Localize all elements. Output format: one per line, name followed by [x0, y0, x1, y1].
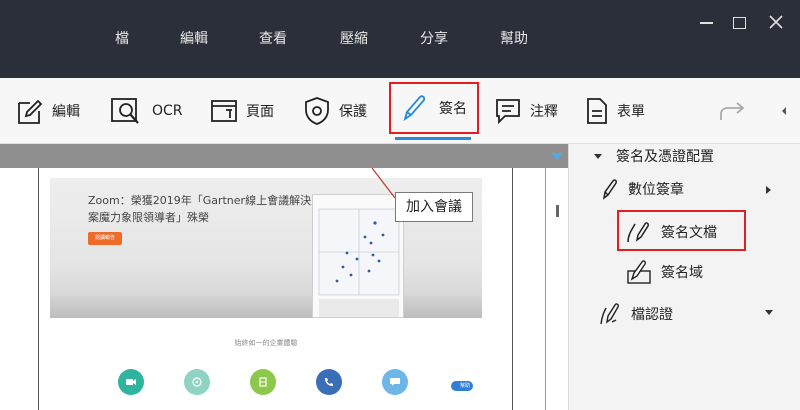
toolbar-scroll-left-button[interactable]: [780, 78, 788, 144]
signature-field-label: 簽名域: [661, 265, 703, 281]
signature-field-item[interactable]: 簽名域: [626, 259, 703, 285]
shield-icon: [305, 97, 329, 125]
menu-view[interactable]: 查看: [259, 28, 287, 48]
menu-share[interactable]: 分享: [420, 28, 448, 48]
page-icon: [211, 100, 237, 122]
phone-circle: [316, 369, 342, 395]
certify-item[interactable]: 檔認證: [598, 302, 673, 326]
certify-dropdown-arrow[interactable]: [765, 310, 773, 315]
chat-icon: [390, 378, 400, 386]
rooms-icon: [259, 377, 267, 387]
menu-help[interactable]: 幫助: [500, 28, 528, 48]
join-meeting-callout: 加入會議: [395, 192, 473, 222]
hero-title: Zoom：榮獲2019年「Gartner線上會議解決方案魔力象限領導者」殊榮: [88, 194, 323, 224]
form-tool-button[interactable]: 表單: [585, 78, 645, 144]
document-header-bar: [0, 144, 568, 168]
ocr-tool-label: OCR: [152, 103, 183, 119]
pen-icon: [403, 95, 426, 122]
protect-tool-button[interactable]: 保護: [303, 78, 367, 144]
active-tab-indicator: [395, 137, 471, 140]
meeting-icon: [192, 377, 202, 387]
toolbar: 編輯 OCR 頁面 保護 簽名 注釋 表單: [0, 78, 800, 144]
sign-document-item[interactable]: 簽名文檔: [625, 220, 717, 244]
menu-edit[interactable]: 編輯: [180, 28, 208, 48]
redo-button[interactable]: [718, 78, 746, 144]
quadrant-graphic: [318, 208, 400, 317]
title-bar: 檔 編輯 查看 壓縮 分享 幫助: [0, 0, 800, 78]
digital-id-item[interactable]: 數位簽章: [600, 178, 684, 200]
menu-file[interactable]: 檔: [115, 28, 129, 48]
video-circle: [118, 369, 144, 395]
expand-caret-icon: [594, 153, 602, 159]
digital-pen-icon: [602, 179, 617, 200]
video-camera-icon: [126, 379, 136, 385]
section-signatures-certificates[interactable]: 簽名及憑證配置: [594, 146, 714, 166]
signature-field-icon: [627, 260, 651, 284]
comment-tool-button[interactable]: 注釋: [494, 78, 558, 144]
tagline: 始終如一的企業體驗: [234, 339, 298, 347]
rooms-circle: [250, 369, 276, 395]
edit-icon: [18, 99, 43, 124]
form-icon: [587, 98, 607, 124]
caret-left-icon: [782, 107, 786, 115]
menu-compress[interactable]: 壓縮: [340, 28, 368, 48]
chat-circle: [382, 369, 408, 395]
comment-tool-label: 注釋: [530, 104, 558, 120]
certify-pen-icon: [600, 303, 619, 325]
ocr-tool-button[interactable]: OCR: [110, 78, 183, 144]
sign-tool-label: 簽名: [439, 101, 467, 117]
sign-document-label: 簽名文檔: [661, 225, 717, 241]
hero-floor: [50, 296, 482, 318]
page-tool-label: 頁面: [246, 104, 274, 120]
comment-icon: [496, 99, 520, 125]
ocr-icon: [111, 98, 139, 124]
phone-icon: [325, 378, 333, 386]
section-title: 簽名及憑證配置: [616, 149, 714, 165]
edit-tool-label: 編輯: [52, 104, 80, 120]
magic-quadrant-chart: [312, 194, 404, 318]
read-report-button: 閱讀報告: [88, 232, 122, 245]
certify-label: 檔認證: [631, 307, 673, 323]
document-scrollbar-track: [545, 168, 546, 410]
close-icon: [769, 15, 783, 29]
minimize-button[interactable]: [700, 22, 713, 24]
protect-tool-label: 保護: [339, 104, 367, 120]
chevron-down-icon: [765, 310, 773, 315]
maximize-button[interactable]: [733, 17, 746, 29]
chevron-right-icon: [766, 186, 771, 194]
sign-document-icon: [627, 222, 649, 243]
sign-tool-button[interactable]: 簽名: [389, 82, 479, 134]
help-bubble-button: 幫助: [451, 381, 473, 391]
arrow-right-icon: [720, 102, 745, 120]
page-tool-button[interactable]: 頁面: [210, 78, 274, 144]
form-tool-label: 表單: [617, 104, 645, 120]
close-button[interactable]: [768, 14, 786, 32]
meeting-circle: [184, 369, 210, 395]
caret-down-icon[interactable]: [551, 153, 563, 160]
document-scrollbar-thumb[interactable]: [556, 205, 559, 217]
edit-tool-button[interactable]: 編輯: [16, 78, 80, 144]
digital-id-submenu-arrow[interactable]: [766, 186, 771, 194]
digital-id-label: 數位簽章: [628, 182, 684, 198]
